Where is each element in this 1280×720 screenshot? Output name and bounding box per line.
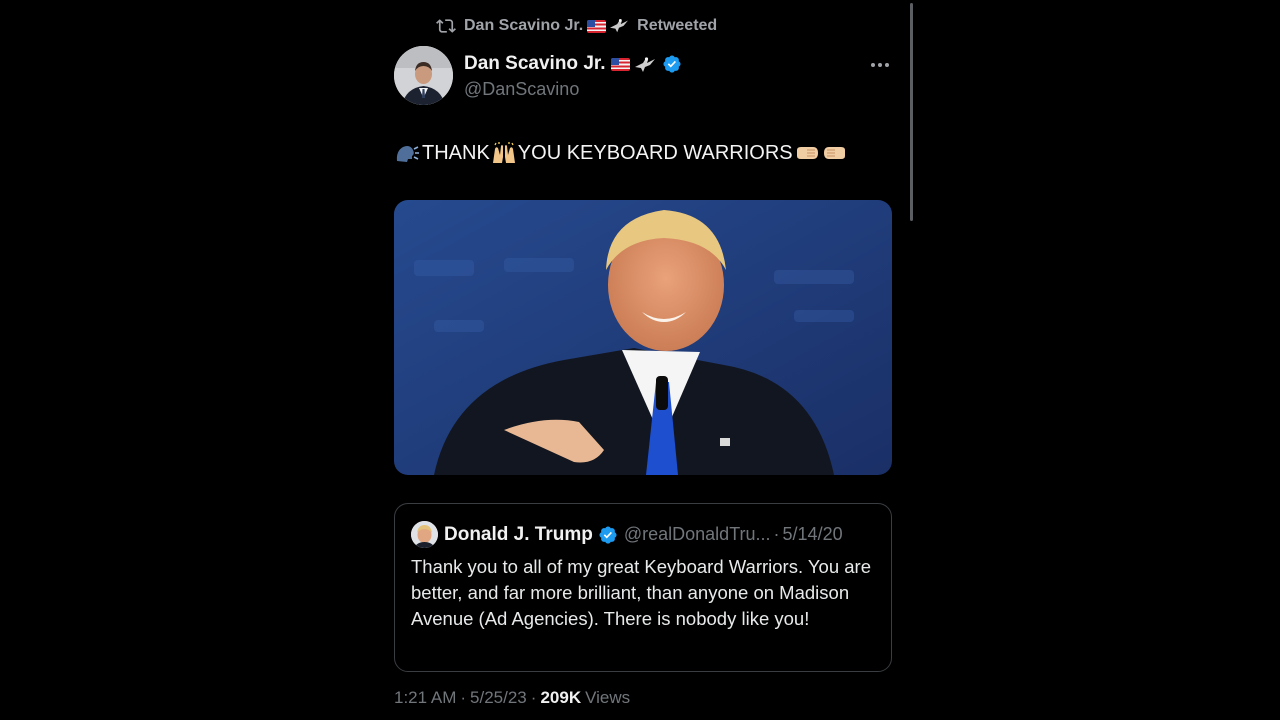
separator-dot: · [460,688,467,707]
tweet-meta: 1:21 AM · 5/25/23 · 209K Views [394,688,630,708]
author-name-row[interactable]: Dan Scavino Jr. [464,53,682,75]
tweet-media-photo[interactable] [394,200,892,475]
raising-hands-icon [490,141,518,165]
quoted-author-handle[interactable]: @realDonaldTru... [624,524,771,545]
quoted-tweet-date[interactable]: 5/14/20 [783,524,843,545]
retweet-label: Retweeted [637,17,718,34]
author-flags [610,54,656,74]
separator-dot: · [530,688,537,707]
tweet-card[interactable]: Dan Scavino Jr. Retweeted Dan Scavino Jr… [394,0,892,720]
tweet-time[interactable]: 1:21 AM [394,688,456,708]
views-count: 209K [540,688,582,707]
verified-badge-icon [598,525,618,545]
quoted-author-avatar[interactable] [411,521,438,548]
fist-left-icon [793,141,821,165]
quoted-tweet-header: Donald J. Trump @realDonaldTru... · 5/14… [411,521,843,548]
eagle-icon [609,16,631,36]
quoted-author-name[interactable]: Donald J. Trump [444,524,593,546]
views-label: Views [585,688,631,707]
retweet-icon [436,16,456,36]
author-handle[interactable]: @DanScavino [464,79,579,100]
tweet-text-part2: YOU KEYBOARD WARRIORS [517,141,793,164]
separator-dot: · [773,524,780,544]
retweeter-flags [587,16,631,36]
us-flag-icon [610,57,630,71]
verified-badge-icon [662,54,682,74]
us-flag-icon [587,19,607,33]
author-avatar[interactable] [394,46,453,105]
fist-right-icon [821,141,849,165]
quoted-tweet-text: Thank you to all of my great Keyboard Wa… [411,556,871,629]
quoted-tweet[interactable]: Donald J. Trump @realDonaldTru... · 5/14… [394,503,892,672]
scrollbar[interactable] [910,3,913,221]
tweet-author: Dan Scavino Jr. @DanScavino [394,46,892,108]
tweet-date[interactable]: 5/25/23 [470,688,527,708]
tweet-text: THANK YOU KEYBOARD WARRIORS [394,141,849,165]
author-name[interactable]: Dan Scavino Jr. [464,53,606,75]
tweet-text-part1: THANK [422,141,490,164]
retweet-banner[interactable]: Dan Scavino Jr. Retweeted [436,15,717,37]
more-options-icon[interactable] [866,55,894,75]
speaking-head-icon [394,141,422,165]
eagle-icon [634,54,656,74]
retweeter-name[interactable]: Dan Scavino Jr. [464,17,583,35]
